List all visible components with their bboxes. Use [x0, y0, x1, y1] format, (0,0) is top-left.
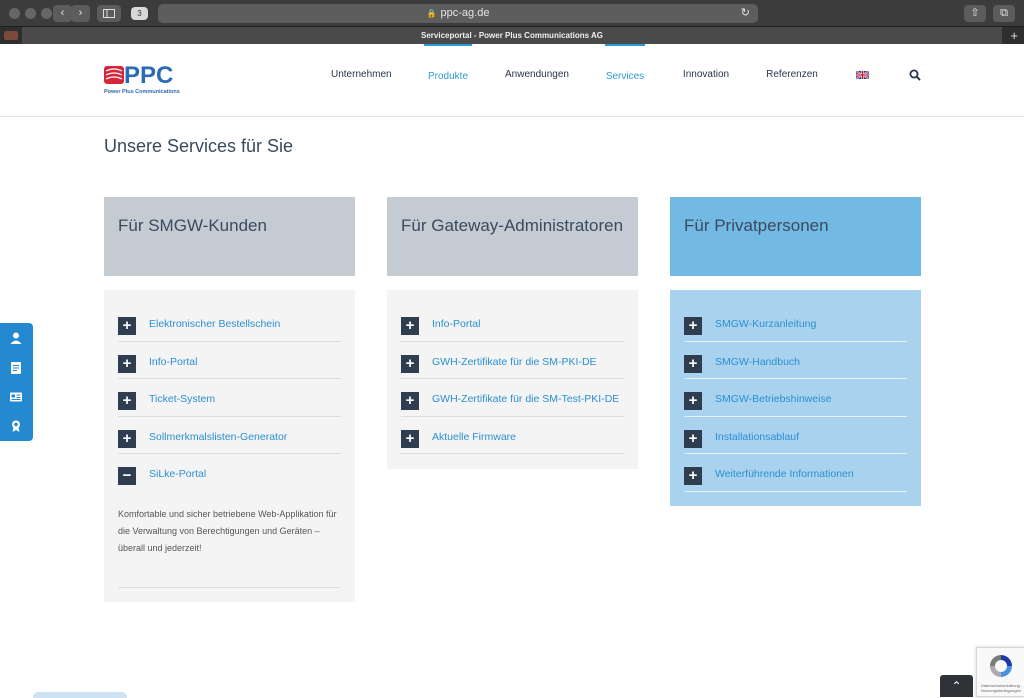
- url-text: ppc-ag.de: [440, 7, 490, 19]
- address-bar[interactable]: 🔒 ppc-ag.de ↻: [158, 4, 758, 23]
- nav-innovation[interactable]: Innovation: [682, 44, 730, 117]
- browser-chrome: ‹ › 3 🔒 ppc-ag.de ↻ ⇧ ⧉ Serviceportal - P…: [0, 0, 1024, 45]
- item-description: Komfortable und sicher betriebene Web-Ap…: [118, 492, 340, 588]
- list-item[interactable]: + SMGW-Handbuch: [684, 342, 907, 380]
- certificate-icon[interactable]: [9, 419, 23, 433]
- list-item[interactable]: + SMGW-Kurzanleitung: [684, 304, 907, 342]
- list-item[interactable]: + Weiterführende Informationen: [684, 454, 907, 492]
- search-icon[interactable]: [909, 69, 921, 81]
- page-title: Unsere Services für Sie: [104, 136, 294, 156]
- tabs-icon: ⧉: [1000, 7, 1008, 19]
- logo-text: PPC: [124, 62, 174, 89]
- item-link[interactable]: GWH-Zertifikate für die SM-Test-PKI-DE: [432, 393, 619, 405]
- nav-unternehmen[interactable]: Unternehmen: [331, 44, 392, 117]
- new-tab-button[interactable]: +: [1010, 27, 1018, 45]
- user-icon[interactable]: [9, 331, 23, 345]
- plus-icon[interactable]: +: [118, 354, 136, 373]
- plus-icon[interactable]: +: [118, 317, 136, 335]
- chevron-up-icon: ⌃: [951, 679, 962, 693]
- browser-tab[interactable]: Serviceportal - Power Plus Communication…: [22, 27, 1002, 45]
- recaptcha-text[interactable]: Datenschutzerklärung - Nutzungsbedingung…: [981, 683, 1024, 693]
- list-item[interactable]: + GWH-Zertifikate für die SM-PKI-DE: [401, 342, 624, 380]
- plus-icon[interactable]: +: [401, 429, 419, 448]
- forward-button[interactable]: ›: [71, 5, 90, 22]
- item-link[interactable]: Info-Portal: [432, 318, 480, 330]
- list-item[interactable]: + SMGW-Betriebshinweise: [684, 379, 907, 417]
- share-icon: ⇧: [970, 7, 980, 19]
- item-link[interactable]: Weiterführende Informationen: [715, 468, 854, 480]
- back-button[interactable]: ‹: [53, 5, 72, 22]
- favicon-icon: [4, 31, 18, 40]
- id-card-icon[interactable]: [9, 390, 23, 404]
- item-link[interactable]: Sollmerkmalslisten-Generator: [149, 431, 287, 443]
- plus-icon[interactable]: +: [118, 429, 136, 448]
- list-item[interactable]: + Ticket-System: [118, 379, 341, 417]
- plus-icon[interactable]: +: [684, 317, 702, 335]
- item-link[interactable]: Aktuelle Firmware: [432, 431, 516, 443]
- uk-flag-icon[interactable]: [856, 71, 869, 79]
- minimize-window-button[interactable]: [25, 8, 36, 19]
- plus-icon[interactable]: +: [401, 392, 419, 411]
- nav-services[interactable]: Services: [605, 44, 645, 117]
- item-link[interactable]: SMGW-Betriebshinweise: [715, 393, 832, 405]
- list-item[interactable]: + Installationsablauf: [684, 417, 907, 455]
- plus-icon[interactable]: +: [684, 392, 702, 411]
- panel-smgw-kunden: + Elektronischer Bestellschein + Info-Po…: [104, 290, 355, 602]
- list-item-expanded[interactable]: − SiLke-Portal: [118, 454, 341, 492]
- list-item[interactable]: + Info-Portal: [118, 342, 341, 380]
- bottom-tab-hint[interactable]: [33, 692, 127, 698]
- chevron-left-icon: ‹: [60, 7, 65, 19]
- item-link[interactable]: Ticket-System: [149, 393, 215, 405]
- plus-icon[interactable]: +: [118, 392, 136, 411]
- ppc-logo-mark-icon: [104, 66, 124, 84]
- panel-privatpersonen: + SMGW-Kurzanleitung + SMGW-Handbuch + S…: [670, 290, 921, 506]
- list-item[interactable]: + Info-Portal: [401, 304, 624, 342]
- nav-anwendungen[interactable]: Anwendungen: [505, 44, 569, 117]
- list-item[interactable]: + Elektronischer Bestellschein: [118, 304, 341, 342]
- column-heading-privatpersonen: Für Privatpersonen: [670, 197, 921, 276]
- column-heading-gateway-admins: Für Gateway-Administratoren: [387, 197, 638, 276]
- document-icon[interactable]: [9, 361, 23, 375]
- plus-icon[interactable]: +: [684, 354, 702, 373]
- item-link[interactable]: Elektronischer Bestellschein: [149, 318, 280, 330]
- side-quick-links: [0, 323, 33, 441]
- item-link[interactable]: SMGW-Handbuch: [715, 356, 800, 368]
- tab-count-badge[interactable]: 3: [131, 7, 148, 20]
- recaptcha-icon: [990, 655, 1012, 677]
- tab-bar: Serviceportal - Power Plus Communication…: [0, 26, 1024, 45]
- reload-icon[interactable]: ↻: [741, 4, 750, 23]
- share-button[interactable]: ⇧: [964, 5, 986, 22]
- site-header: PPC Power Plus Communications Unternehme…: [0, 44, 1024, 117]
- item-link[interactable]: SMGW-Kurzanleitung: [715, 318, 816, 330]
- browser-toolbar: ‹ › 3 🔒 ppc-ag.de ↻ ⇧ ⧉: [0, 0, 1024, 26]
- chevron-right-icon: ›: [78, 7, 83, 19]
- scroll-to-top-button[interactable]: ⌃: [940, 675, 973, 697]
- logo-subtitle: Power Plus Communications: [104, 89, 180, 95]
- close-window-button[interactable]: [9, 8, 20, 19]
- item-link[interactable]: Installationsablauf: [715, 431, 799, 443]
- zoom-window-button[interactable]: [41, 8, 52, 19]
- tabs-overview-button[interactable]: ⧉: [993, 5, 1015, 22]
- lock-icon: 🔒: [426, 9, 437, 18]
- minus-icon[interactable]: −: [118, 467, 136, 486]
- panel-gateway-admins: + Info-Portal + GWH-Zertifikate für die …: [387, 290, 638, 469]
- plus-icon[interactable]: +: [684, 467, 702, 486]
- plus-icon[interactable]: +: [684, 429, 702, 448]
- item-link[interactable]: GWH-Zertifikate für die SM-PKI-DE: [432, 356, 597, 368]
- column-heading-smgw-kunden: Für SMGW-Kunden: [104, 197, 355, 276]
- nav-referenzen[interactable]: Referenzen: [766, 44, 818, 117]
- plus-icon[interactable]: +: [401, 317, 419, 335]
- list-item[interactable]: + GWH-Zertifikate für die SM-Test-PKI-DE: [401, 379, 624, 417]
- list-item[interactable]: + Aktuelle Firmware: [401, 417, 624, 455]
- nav-produkte[interactable]: Produkte: [424, 44, 472, 117]
- item-link[interactable]: SiLke-Portal: [149, 468, 206, 480]
- sidebar-toggle-button[interactable]: [97, 5, 121, 22]
- list-item[interactable]: + Sollmerkmalslisten-Generator: [118, 417, 341, 455]
- item-link[interactable]: Info-Portal: [149, 356, 197, 368]
- ppc-logo[interactable]: PPC Power Plus Communications: [104, 62, 194, 99]
- plus-icon[interactable]: +: [401, 354, 419, 373]
- recaptcha-badge[interactable]: Datenschutzerklärung - Nutzungsbedingung…: [976, 647, 1024, 697]
- sidebar-icon: [103, 9, 115, 18]
